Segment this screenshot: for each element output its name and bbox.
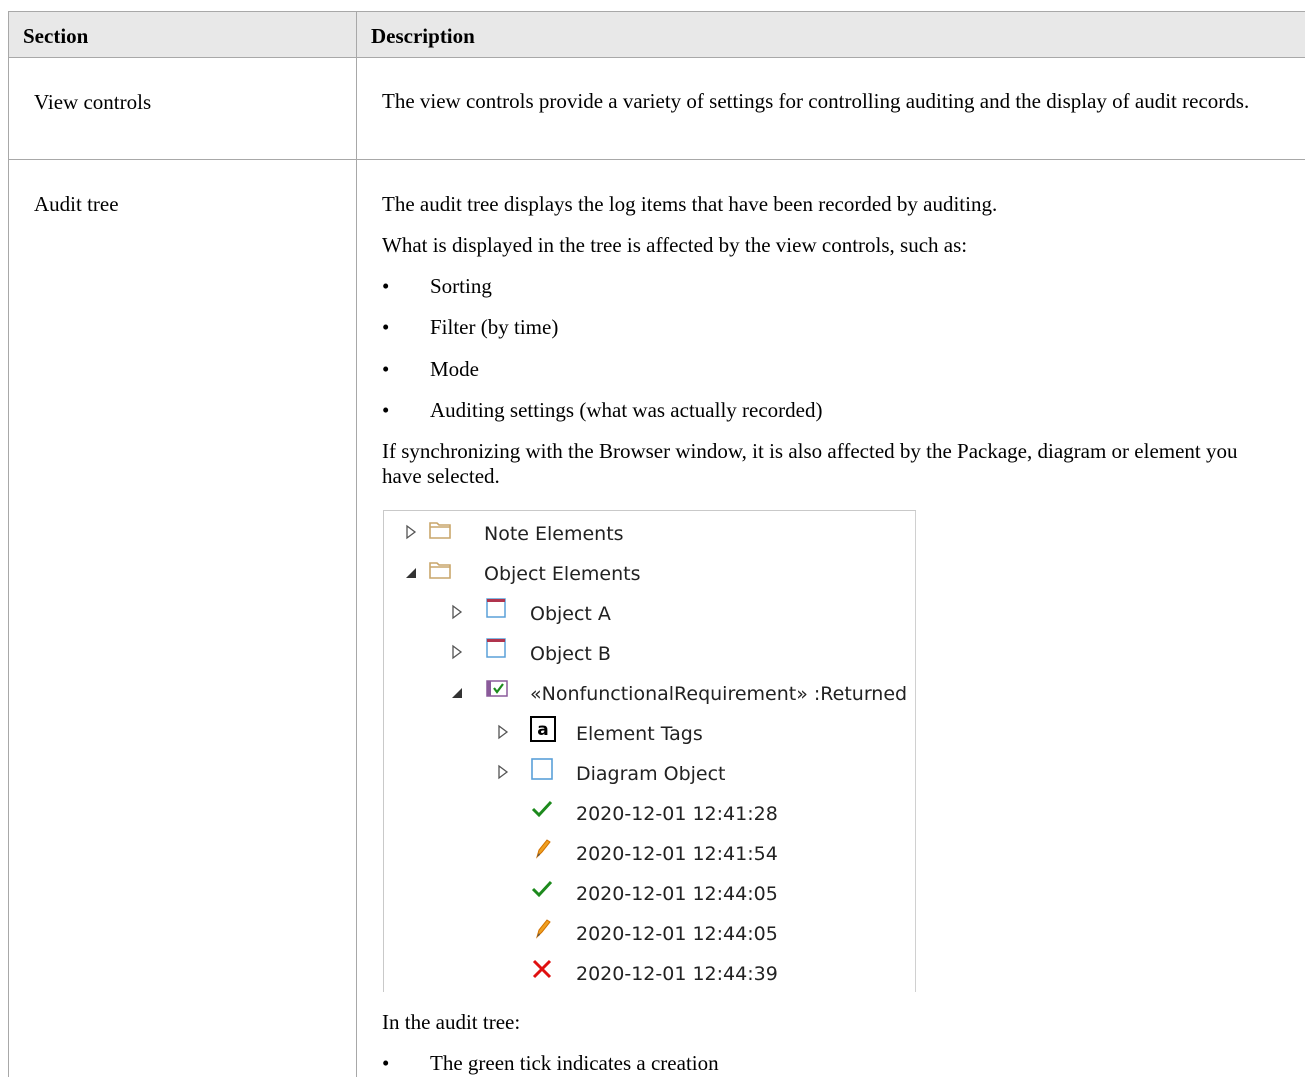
expand-arrow-icon[interactable] [450, 603, 464, 621]
red-cross-icon [532, 959, 552, 979]
object-icon [486, 638, 506, 658]
table-header: Section Description [8, 11, 1305, 58]
audit-tree-view[interactable]: Note Elements Object Elements Object A O… [383, 510, 916, 992]
tree-scrollbar[interactable] [915, 511, 916, 992]
collapse-arrow-icon[interactable] [450, 683, 464, 701]
pencil-icon [535, 919, 551, 939]
green-tick-icon [531, 880, 553, 898]
bullet-dot-icon: • [382, 315, 390, 339]
bullet-dot-icon: • [382, 398, 390, 422]
bullet-dot-icon: • [382, 1051, 390, 1075]
section-audit-tree: Audit tree [34, 192, 119, 216]
tag-icon: a [530, 716, 556, 742]
expand-arrow-icon[interactable] [404, 523, 418, 541]
expand-arrow-icon[interactable] [496, 763, 510, 781]
table-left-border [8, 11, 9, 1077]
bullet-dot-icon: • [382, 274, 390, 298]
svg-text:a: a [537, 720, 548, 740]
section-view-controls: View controls [34, 90, 152, 114]
audit-tree-after-text: In the audit tree: [382, 1010, 521, 1034]
folder-icon [429, 562, 451, 579]
bullet-dot-icon: • [382, 357, 390, 381]
audit-tree-sync-note: If synchronizing with the Browser window… [382, 439, 1238, 488]
description-column-header: Description [371, 24, 475, 48]
view-controls-description: The view controls provide a variety of s… [382, 89, 1250, 113]
column-divider [356, 11, 357, 1077]
requirement-icon [486, 680, 508, 697]
folder-icon [429, 522, 451, 539]
pencil-icon [535, 839, 551, 859]
green-tick-icon [531, 800, 553, 818]
section-column-header: Section [23, 24, 89, 48]
object-icon [486, 598, 506, 618]
expand-arrow-icon[interactable] [496, 723, 510, 741]
audit-tree-intro: The audit tree displays the log items th… [382, 192, 998, 216]
collapse-arrow-icon[interactable] [404, 563, 418, 581]
expand-arrow-icon[interactable] [450, 643, 464, 661]
diagram-object-icon [531, 758, 553, 780]
row-divider [8, 159, 1305, 160]
audit-tree-lead: What is displayed in the tree is affecte… [382, 233, 968, 257]
